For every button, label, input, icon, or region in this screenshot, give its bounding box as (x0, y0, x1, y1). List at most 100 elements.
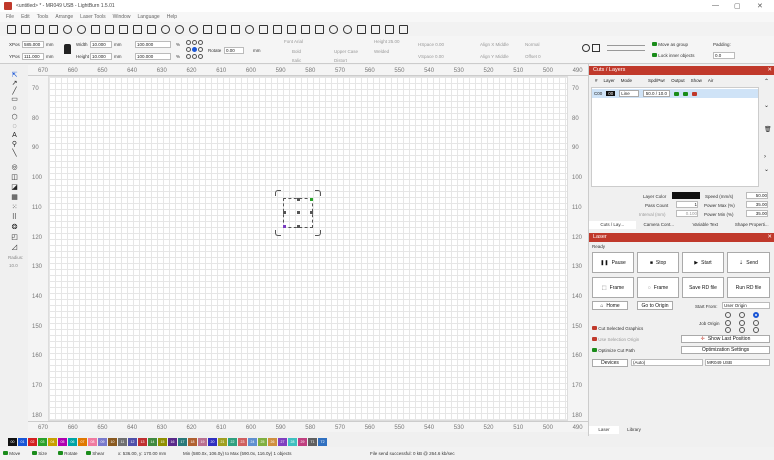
tab-cuts-layers[interactable]: Cuts / Lay... (589, 221, 636, 229)
table-row[interactable]: C00 00 Line 50.0 / 10.0 (592, 89, 758, 98)
save-as-icon[interactable] (49, 24, 58, 34)
palette-swatch[interactable]: 23 (238, 437, 247, 446)
rectangle-icon[interactable]: ▭ (10, 96, 19, 103)
design-canvas[interactable] (48, 76, 568, 421)
move-down-icon[interactable]: ⌄ (764, 102, 769, 109)
stop-button[interactable]: ■ Stop (637, 252, 679, 273)
group-icon[interactable] (385, 24, 394, 34)
optimization-settings-button[interactable]: Optimization Settings (681, 346, 770, 354)
job-origin-grid[interactable] (725, 312, 761, 334)
handle-left[interactable] (283, 211, 286, 214)
paste-icon[interactable] (119, 24, 128, 34)
xpos-input[interactable]: 585.000 (22, 41, 44, 48)
zoom-in-icon[interactable] (161, 24, 170, 34)
menu-language[interactable]: Language (137, 14, 159, 20)
palette-swatch[interactable]: 29 (298, 437, 307, 446)
rotate-toggle[interactable]: Rotate (58, 451, 78, 456)
lock-objects-option[interactable]: Lock inner objects (652, 53, 695, 58)
palette-swatch[interactable]: 25 (258, 437, 267, 446)
align-x-label[interactable]: Align X Middle (480, 42, 509, 47)
welded-label[interactable]: Welded (374, 49, 389, 54)
handle-bottom-left[interactable] (283, 225, 286, 228)
open-file-icon[interactable] (21, 24, 30, 34)
plugin-icon[interactable] (592, 44, 600, 52)
save-rd-button[interactable]: Save RD file (682, 277, 724, 298)
expand-right-icon[interactable]: › (764, 154, 766, 160)
palette-swatch[interactable]: T1 (308, 437, 317, 446)
normal-select[interactable]: Normal (525, 42, 540, 47)
size-toggle[interactable]: Size (32, 451, 47, 456)
show-last-position-button[interactable]: ✛ Show Last Position (681, 335, 770, 343)
vspace-label[interactable]: VSpace 0.00 (418, 54, 444, 59)
minimize-button[interactable]: — (712, 2, 719, 9)
radial-icon[interactable]: ❂ (10, 224, 19, 231)
export-icon[interactable] (77, 24, 86, 34)
upper-case-label[interactable]: Upper Case (334, 49, 358, 54)
tab-laser[interactable]: Laser (589, 426, 619, 434)
cut-icon[interactable] (91, 24, 100, 34)
palette-swatch[interactable]: 02 (28, 437, 37, 446)
anchor-grid[interactable] (186, 40, 206, 60)
target-icon[interactable] (343, 24, 352, 34)
move-up-icon[interactable]: ⌃ (764, 78, 769, 85)
distort-label[interactable]: Distort (334, 58, 347, 63)
zoom-fit-icon[interactable] (189, 24, 198, 34)
tab-camera-control[interactable]: Camera Cont... (636, 221, 683, 229)
home-button[interactable]: ⌂ Home (592, 301, 628, 310)
corner-icon[interactable]: ◿ (10, 244, 19, 251)
frame-circle-button[interactable]: ◌ Frame (637, 277, 679, 298)
settings-gear-icon[interactable] (245, 24, 254, 34)
menu-arrange[interactable]: Arrange (55, 14, 73, 20)
palette-swatch[interactable]: 16 (168, 437, 177, 446)
measure-icon[interactable]: ╲ (10, 150, 19, 157)
rotate-input[interactable]: 0.00 (224, 47, 244, 54)
tab-shape-properties[interactable]: Shape Properti... (729, 221, 774, 229)
text-height-label[interactable]: Height 25.00 (374, 39, 400, 44)
palette-swatch[interactable]: 27 (278, 437, 287, 446)
send-button[interactable]: ⇣ Send (727, 252, 770, 273)
bold-label[interactable]: Bold (292, 49, 301, 54)
palette-swatch[interactable]: 26 (268, 437, 277, 446)
cut-selected-option[interactable]: Cut Selected Graphics (592, 326, 643, 331)
zoom-page-icon[interactable] (203, 24, 212, 34)
use-selection-origin-option[interactable]: Use Selection Origin (592, 337, 639, 342)
tab-library[interactable]: Library (619, 426, 649, 434)
save-file-icon[interactable] (35, 24, 44, 34)
handle-top-right[interactable] (310, 198, 313, 201)
handle-bottom[interactable] (297, 225, 300, 228)
optimize-cut-path-option[interactable]: Optimize Cut Path (592, 348, 635, 353)
start-button[interactable]: ▶ Start (682, 252, 724, 273)
pause-button[interactable]: ❚❚ Pause (592, 252, 634, 273)
camera-icon[interactable] (315, 24, 324, 34)
collapse-icon[interactable]: ⌄ (764, 166, 769, 173)
copy-along-path-icon[interactable]: ◪ (10, 184, 19, 191)
delete-icon[interactable] (133, 24, 142, 34)
trash-icon[interactable]: 🗑 (764, 126, 772, 133)
mirror-icon[interactable] (357, 24, 366, 34)
power-min-input[interactable]: 35.00 (746, 210, 768, 217)
devices-button[interactable]: Devices (592, 359, 628, 367)
tools-icon[interactable] (259, 24, 268, 34)
interval-input[interactable]: 0.100 (676, 210, 698, 217)
radius-value[interactable]: 10.0 (9, 263, 18, 268)
palette-swatch[interactable]: 11 (118, 437, 127, 446)
scale-width-input[interactable]: 100.000 (135, 41, 171, 48)
palette-swatch[interactable]: 12 (128, 437, 137, 446)
hspace-label[interactable]: HSpace 0.00 (418, 42, 444, 47)
run-rd-button[interactable]: Run RD file (727, 277, 770, 298)
palette-swatch[interactable]: T2 (318, 437, 327, 446)
ellipse-icon[interactable]: ○ (10, 105, 19, 112)
move-toggle[interactable]: Move (3, 451, 20, 456)
center-icon[interactable] (329, 24, 338, 34)
padding-input[interactable]: 0.0 (713, 52, 735, 59)
port-select[interactable]: (Auto) (631, 359, 703, 366)
flip-icon[interactable] (371, 24, 380, 34)
layer-color-swatch[interactable] (672, 192, 700, 199)
edit-nodes-icon[interactable]: ↗ (10, 80, 19, 87)
palette-swatch[interactable]: 24 (248, 437, 257, 446)
frame-rect-button[interactable]: ⬚ Frame (592, 277, 634, 298)
monitor-icon[interactable] (231, 24, 240, 34)
palette-swatch[interactable]: 15 (158, 437, 167, 446)
menu-window[interactable]: Window (113, 14, 131, 20)
menu-help[interactable]: Help (167, 14, 177, 20)
